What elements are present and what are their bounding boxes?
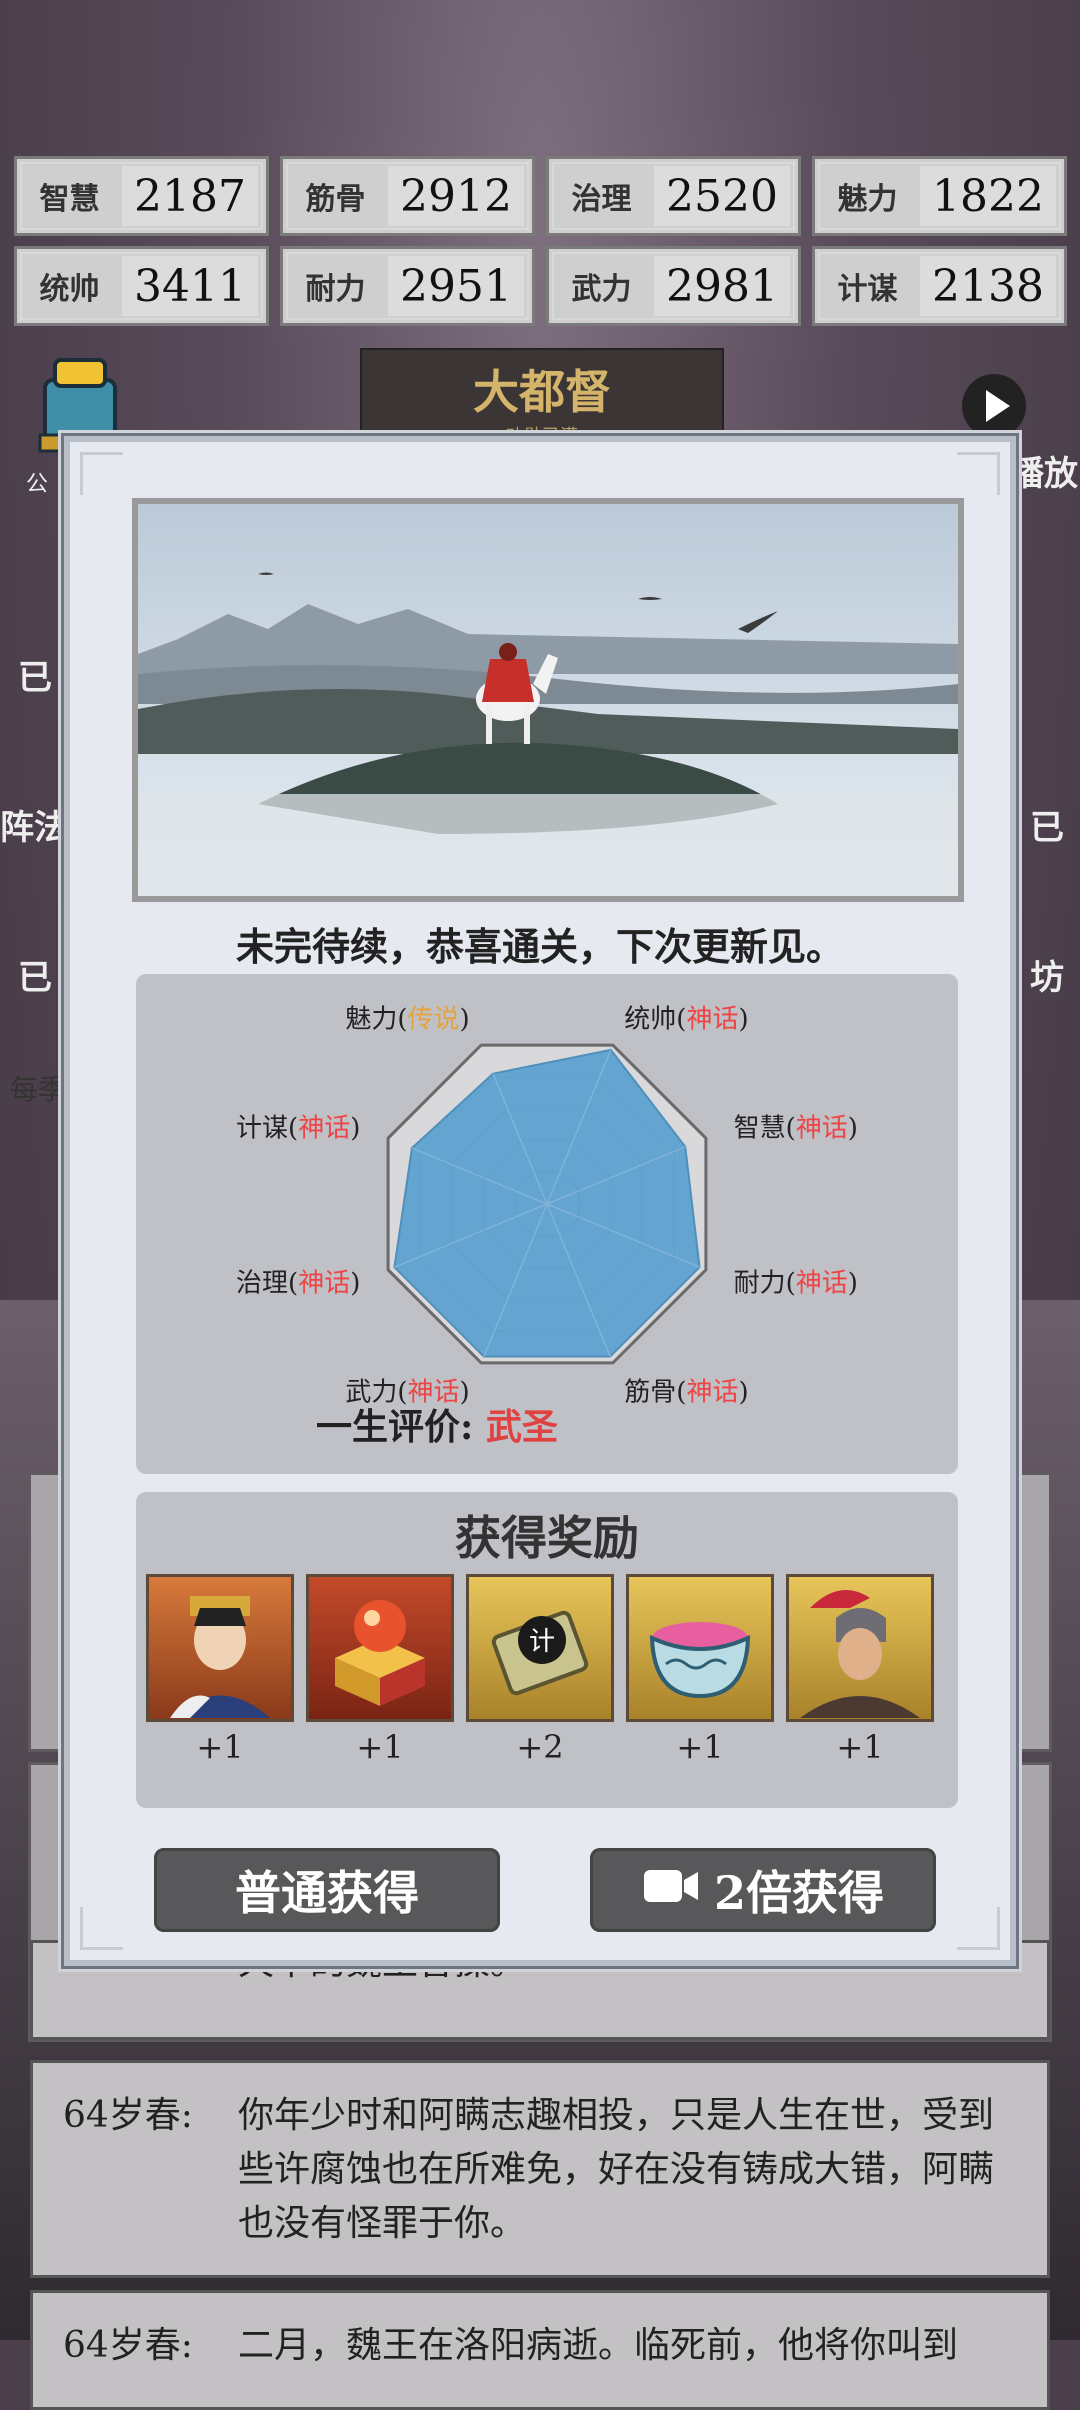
stat-value: 1822: [920, 166, 1056, 226]
stat-box: 治理 2520: [546, 156, 801, 236]
radar-axis-label: 筋骨(神话): [624, 1378, 748, 1408]
reward-item[interactable]: +1: [626, 1574, 774, 1766]
story-text: 二月，魏王在洛阳病逝。临死前，他将你叫到: [238, 2325, 959, 2366]
corner-ornament: [80, 1907, 123, 1950]
stat-label: 筋骨: [305, 182, 366, 217]
rank-title: 大都督: [473, 365, 611, 419]
reward-count: +1: [356, 1728, 404, 1766]
reward-count: +1: [836, 1728, 884, 1766]
stat-value: 2138: [920, 256, 1056, 316]
radar-axis-label: 治理(神话): [236, 1268, 360, 1298]
strategy-scroll-icon: 计: [466, 1574, 614, 1722]
reward-panel: 获得奖励 +1 +1 计 +2 +1 +1: [136, 1492, 958, 1808]
radar-axis-label: 魅力(传说): [345, 1004, 469, 1034]
ending-modal: 未完待续，恭喜通关，下次更新见。 魅力(传说) 统帅(神话) 智慧(神话) 耐力(神话…: [64, 436, 1016, 1966]
stat-box: 耐力 2951: [280, 246, 535, 326]
verdict-value: 武圣: [485, 1406, 558, 1448]
left-side-label: 每季: [10, 1073, 67, 1106]
reward-item[interactable]: +1: [306, 1574, 454, 1766]
radar-axis-label: 统帅(神话): [624, 1004, 748, 1034]
stat-box: 武力 2981: [546, 246, 801, 326]
story-card: 64岁春: 二月，魏王在洛阳病逝。临死前，他将你叫到: [30, 2290, 1050, 2410]
porcelain-bowl-icon: [626, 1574, 774, 1722]
reward-item[interactable]: +1: [786, 1574, 934, 1766]
stat-label: 智慧: [39, 182, 100, 217]
story-card: 64岁春: 你年少时和阿瞒志趣相投，只是人生在世，受到些许腐蚀也在所难免，好在没…: [30, 2060, 1050, 2278]
story-age: 64岁春:: [63, 2095, 193, 2136]
stats-grid: 智慧 2187 筋骨 2912 治理 2520 魅力 1822 统帅 3411 耐力 295…: [14, 156, 1067, 326]
stat-value: 2981: [654, 256, 790, 316]
ending-caption: 未完待续，恭喜通关，下次更新见。: [235, 924, 844, 969]
warrior-portrait-icon: [786, 1574, 934, 1722]
stat-value: 2912: [388, 166, 524, 226]
corner-ornament: [80, 452, 123, 495]
normal-claim-label: 普通获得: [235, 1866, 419, 1920]
radar-axis-label: 计谋(神话): [236, 1114, 360, 1144]
left-side-label: 公: [26, 472, 49, 497]
left-side-label: 已: [18, 658, 52, 698]
stat-box: 计谋 2138: [812, 246, 1067, 326]
stat-label: 计谋: [837, 272, 898, 307]
normal-claim-button[interactable]: 普通获得: [154, 1848, 500, 1932]
stat-box: 筋骨 2912: [280, 156, 535, 236]
story-age: 64岁春:: [63, 2325, 193, 2366]
reward-count: +1: [196, 1728, 244, 1766]
double-claim-button[interactable]: 2倍获得: [590, 1848, 936, 1932]
reward-item[interactable]: +1: [146, 1574, 294, 1766]
stat-box: 智慧 2187: [14, 156, 269, 236]
reward-item[interactable]: 计 +2: [466, 1574, 614, 1766]
radar-axis-label: 智慧(神话): [734, 1114, 858, 1144]
corner-ornament: [957, 452, 1000, 495]
verdict-label: 一生评价:: [316, 1406, 474, 1448]
play-icon[interactable]: [962, 374, 1026, 438]
red-orb-chest-icon: [306, 1574, 454, 1722]
right-side-label: 坊: [1030, 958, 1064, 998]
left-side-label: 阵法: [0, 808, 68, 848]
video-camera-icon: [642, 1863, 700, 1917]
stat-label: 统帅: [39, 272, 100, 307]
stat-value: 2187: [122, 166, 258, 226]
right-side-label: 已: [1030, 808, 1064, 848]
stat-label: 武力: [571, 272, 632, 307]
stat-value: 2951: [388, 256, 524, 316]
general-portrait-icon: [146, 1574, 294, 1722]
right-side-label: 播放: [1010, 454, 1078, 494]
reward-count: +1: [676, 1728, 724, 1766]
stat-label: 魅力: [837, 182, 898, 217]
stat-box: 统帅 3411: [14, 246, 269, 326]
ending-illustration: [132, 498, 964, 902]
corner-ornament: [957, 1907, 1000, 1950]
stat-value: 2520: [654, 166, 790, 226]
reward-count: +2: [516, 1728, 564, 1766]
stat-label: 耐力: [305, 272, 366, 307]
radar-axis-label: 耐力(神话): [734, 1268, 858, 1298]
svg-text:计: 计: [529, 1627, 555, 1657]
stat-label: 治理: [571, 182, 632, 217]
attribute-radar-panel: 魅力(传说) 统帅(神话) 智慧(神话) 耐力(神话) 筋骨(神话) 武力(神话) 治理(神…: [136, 974, 958, 1474]
stat-box: 魅力 1822: [812, 156, 1067, 236]
reward-title: 获得奖励: [455, 1511, 639, 1565]
left-side-label: 已: [18, 958, 52, 998]
double-claim-label: 2倍获得: [713, 1866, 884, 1920]
stat-value: 3411: [122, 256, 258, 316]
life-verdict: 一生评价: 武圣: [316, 1398, 558, 1450]
reward-list: +1 +1 计 +2 +1 +1: [146, 1574, 934, 1766]
story-text: 你年少时和阿瞒志趣相投，只是人生在世，受到些许腐蚀也在所难免，好在没有铸成大错，…: [238, 2095, 995, 2244]
